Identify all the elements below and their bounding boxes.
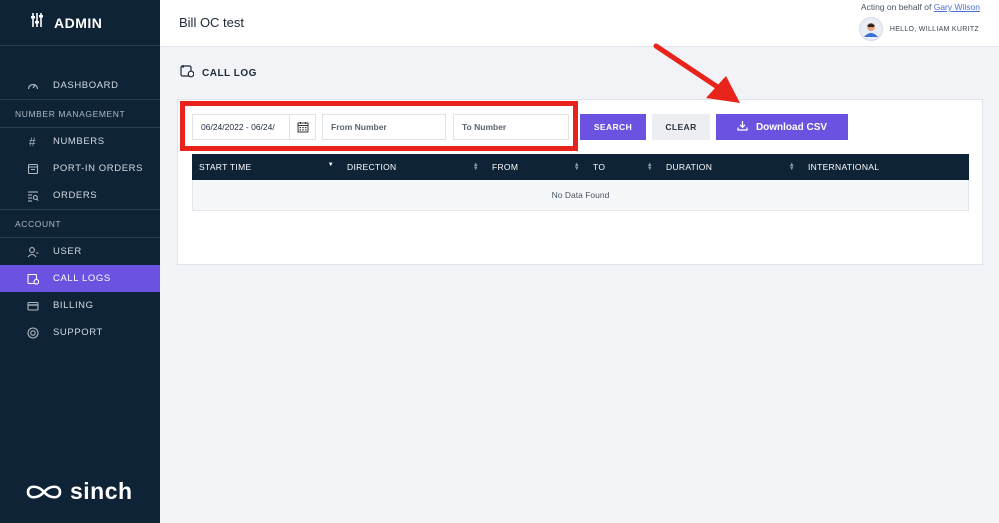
gauge-icon — [26, 79, 39, 92]
page-title: CALL LOG — [180, 64, 257, 83]
column-header-from[interactable]: FROM ▲ ▼ — [485, 154, 586, 180]
hash-icon: # — [28, 134, 37, 149]
table-header: START TIME ▼ DIRECTION ▲ ▼ FROM ▲ ▼ TO ▲ ▼ DURATION… — [192, 154, 969, 180]
sidebar-item-call-logs[interactable]: CALL LOGS — [0, 265, 160, 292]
top-header: Bill OC test Acting on behalf of Gary Wi… — [160, 0, 999, 47]
search-button[interactable]: SEARCH — [580, 114, 646, 140]
sidebar-item-label: PORT-IN ORDERS — [53, 163, 144, 174]
sidebar-item-user[interactable]: USER — [0, 238, 160, 265]
download-icon — [737, 120, 748, 134]
sinch-logo: sinch — [24, 478, 133, 505]
sidebar-item-billing[interactable]: BILLING — [0, 292, 160, 319]
sidebar-item-label: DASHBOARD — [53, 80, 119, 91]
column-header-duration[interactable]: DURATION ▲ ▼ — [659, 154, 801, 180]
sidebar-item-dashboard[interactable]: DASHBOARD — [0, 72, 160, 99]
annotation-arrow-icon — [653, 43, 740, 103]
sinch-logo-text: sinch — [70, 478, 133, 504]
call-log-table: START TIME ▼ DIRECTION ▲ ▼ FROM ▲ ▼ TO ▲ ▼ DURATION… — [192, 154, 969, 211]
sidebar-nav: DASHBOARD NUMBER MANAGEMENT # NUMBERS PORT-I… — [0, 72, 160, 346]
table-body: No Data Found — [192, 180, 969, 211]
avatar-icon — [863, 23, 878, 37]
column-header-direction[interactable]: DIRECTION ▲ ▼ — [340, 154, 485, 180]
sort-icon[interactable]: ▲ ▼ — [574, 162, 580, 172]
sidebar-item-label: USER — [53, 246, 82, 257]
avatar[interactable] — [858, 17, 883, 41]
sidebar-item-label: BILLING — [53, 300, 94, 311]
sidebar-item-label: SUPPORT — [53, 327, 103, 338]
sort-icon[interactable]: ▼ — [328, 162, 334, 168]
column-header-to[interactable]: TO ▲ ▼ — [586, 154, 659, 180]
nav-section-number-management: NUMBER MANAGEMENT — [0, 99, 160, 128]
column-header-label: FROM — [492, 162, 519, 172]
acting-on-behalf: Acting on behalf of Gary Wilson — [861, 2, 980, 12]
sort-icon[interactable]: ▲ ▼ — [473, 162, 479, 172]
sidebar-item-orders[interactable]: ORDERS — [0, 182, 160, 209]
account-name: Bill OC test — [179, 15, 245, 30]
credit-card-icon — [26, 299, 39, 312]
download-csv-button[interactable]: Download CSV — [716, 114, 848, 140]
download-csv-label: Download CSV — [755, 121, 828, 133]
sidebar-item-port-in-orders[interactable]: PORT-IN ORDERS — [0, 155, 160, 182]
clear-button[interactable]: CLEAR — [652, 114, 710, 140]
call-log-icon — [26, 272, 39, 285]
orders-icon — [26, 189, 39, 202]
no-data-message: No Data Found — [551, 190, 610, 200]
column-header-label: DURATION — [666, 162, 713, 172]
page-title-label: CALL LOG — [202, 68, 257, 79]
acting-user-link[interactable]: Gary Wilson — [934, 2, 980, 12]
call-log-icon — [180, 64, 195, 83]
column-header-label: TO — [593, 162, 606, 172]
annotation-highlight-box — [180, 101, 578, 151]
lifebuoy-icon — [26, 326, 39, 339]
sort-icon[interactable]: ▲ ▼ — [789, 162, 795, 172]
sidebar-item-label: CALL LOGS — [53, 273, 111, 284]
column-header-label: INTERNATIONAL — [808, 162, 880, 172]
acting-prefix: Acting on behalf of — [860, 2, 932, 12]
brand[interactable]: ADMIN — [0, 0, 160, 46]
brand-label: ADMIN — [54, 14, 103, 31]
sidebar-item-label: ORDERS — [53, 190, 98, 201]
sidebar-item-support[interactable]: SUPPORT — [0, 319, 160, 346]
sidebar: ADMIN DASHBOARD NUMBER MANAGEMENT # NUMBERS… — [0, 0, 160, 523]
sinch-mark-icon — [26, 484, 62, 499]
sliders-icon — [30, 12, 44, 33]
column-header-start-time[interactable]: START TIME ▼ — [192, 154, 340, 180]
column-header-label: DIRECTION — [347, 162, 397, 172]
nav-section-account: ACCOUNT — [0, 209, 160, 238]
port-in-icon — [26, 162, 39, 175]
sort-icon[interactable]: ▲ ▼ — [647, 162, 653, 172]
hello-user: HELLO, WILLIAM KURITZ — [889, 25, 979, 33]
sidebar-item-numbers[interactable]: # NUMBERS — [0, 128, 160, 155]
user-menu[interactable]: HELLO, WILLIAM KURITZ — [858, 17, 979, 41]
column-header-label: START TIME — [199, 162, 252, 172]
sidebar-item-label: NUMBERS — [53, 136, 105, 147]
user-icon — [26, 245, 39, 258]
column-header-international[interactable]: INTERNATIONAL — [801, 154, 969, 180]
